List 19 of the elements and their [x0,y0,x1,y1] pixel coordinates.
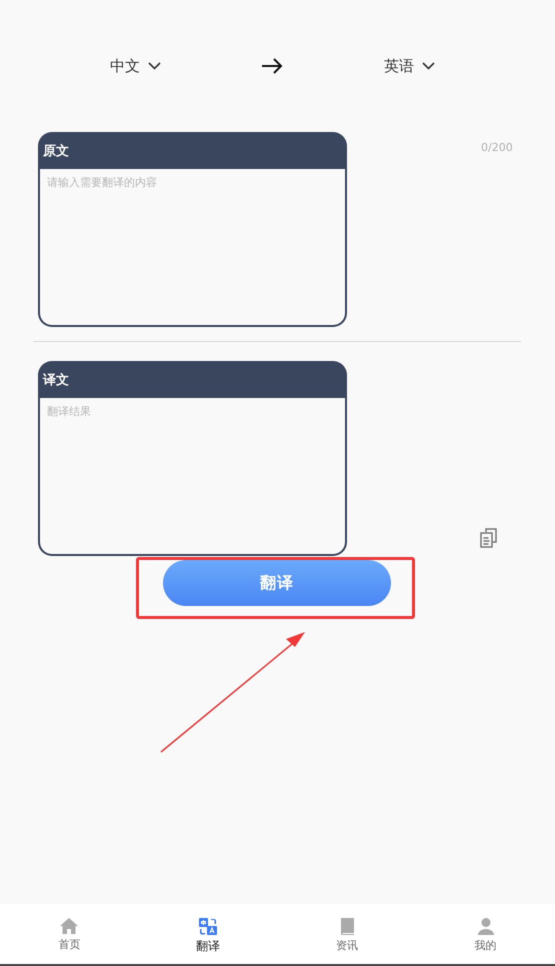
card-title: 原文 [43,142,69,160]
chevron-down-icon [422,62,435,70]
person-icon [478,918,494,935]
nav-tab[interactable]: 资讯 [278,904,416,964]
nav-tab[interactable]: 我的 [416,904,555,964]
target-language-dropdown[interactable]: 英语 [384,56,435,76]
translate-icon [199,918,218,935]
input-field[interactable]: 请输入需要翻译的内容 [38,169,347,327]
home-icon [60,918,78,934]
card-title: 译文 [43,372,69,388]
book-icon [340,918,354,935]
chevron-down-icon [148,62,162,70]
nav-tab[interactable]: 首页 [0,904,139,964]
source-language-dropdown[interactable]: 中文 [110,56,162,76]
input-field[interactable]: 翻译结果 [38,398,347,556]
nav-tab[interactable]: 翻译 [138,904,278,964]
character-counter: 0/200 [481,141,513,154]
copy-icon[interactable] [480,528,497,548]
arrow-right-icon [261,58,284,74]
